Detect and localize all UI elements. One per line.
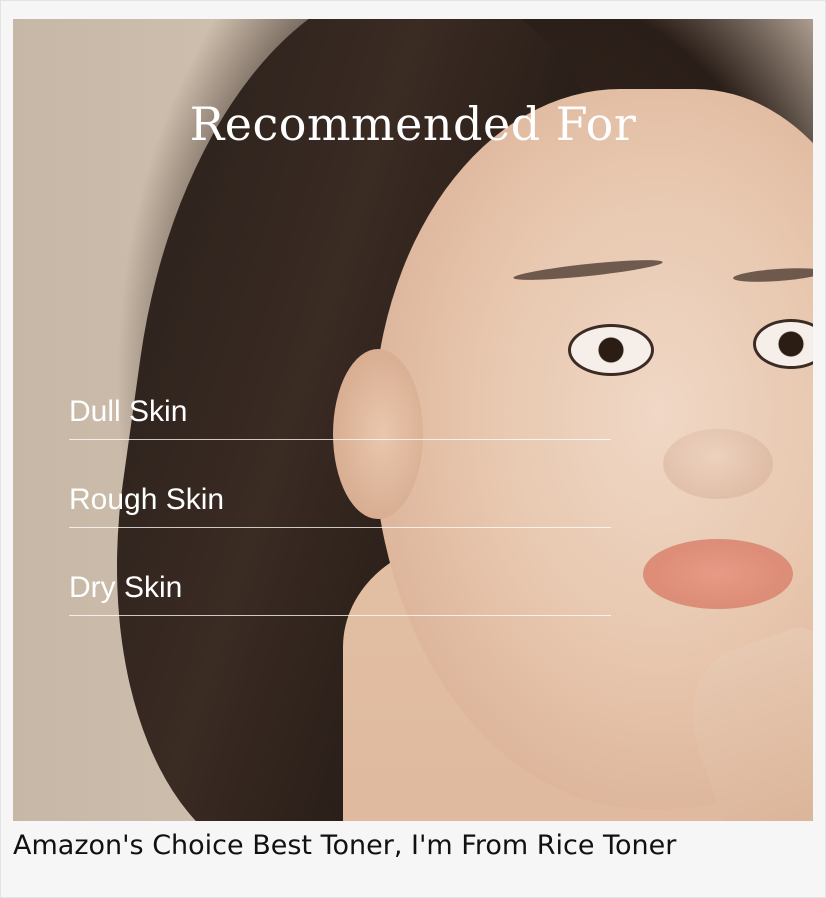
lips (643, 539, 793, 609)
recommended-item-rough-skin: Rough Skin (69, 440, 611, 528)
hero-image: Recommended For Dull Skin Rough Skin Dry… (13, 19, 813, 821)
hero-title: Recommended For (189, 97, 637, 151)
recommended-item-divider (69, 439, 611, 440)
recommended-item-divider (69, 615, 611, 616)
page-frame: Recommended For Dull Skin Rough Skin Dry… (0, 0, 826, 898)
recommended-item-dull-skin: Dull Skin (69, 352, 611, 440)
recommended-item-dry-skin: Dry Skin (69, 528, 611, 616)
recommended-item-label: Dry Skin (69, 571, 183, 604)
recommended-item-divider (69, 527, 611, 528)
recommended-list: Dull Skin Rough Skin Dry Skin (69, 352, 611, 616)
nose (663, 429, 773, 499)
recommended-item-label: Rough Skin (69, 483, 225, 516)
recommended-item-label: Dull Skin (69, 395, 188, 428)
image-caption: Amazon's Choice Best Toner, I'm From Ric… (13, 830, 677, 861)
